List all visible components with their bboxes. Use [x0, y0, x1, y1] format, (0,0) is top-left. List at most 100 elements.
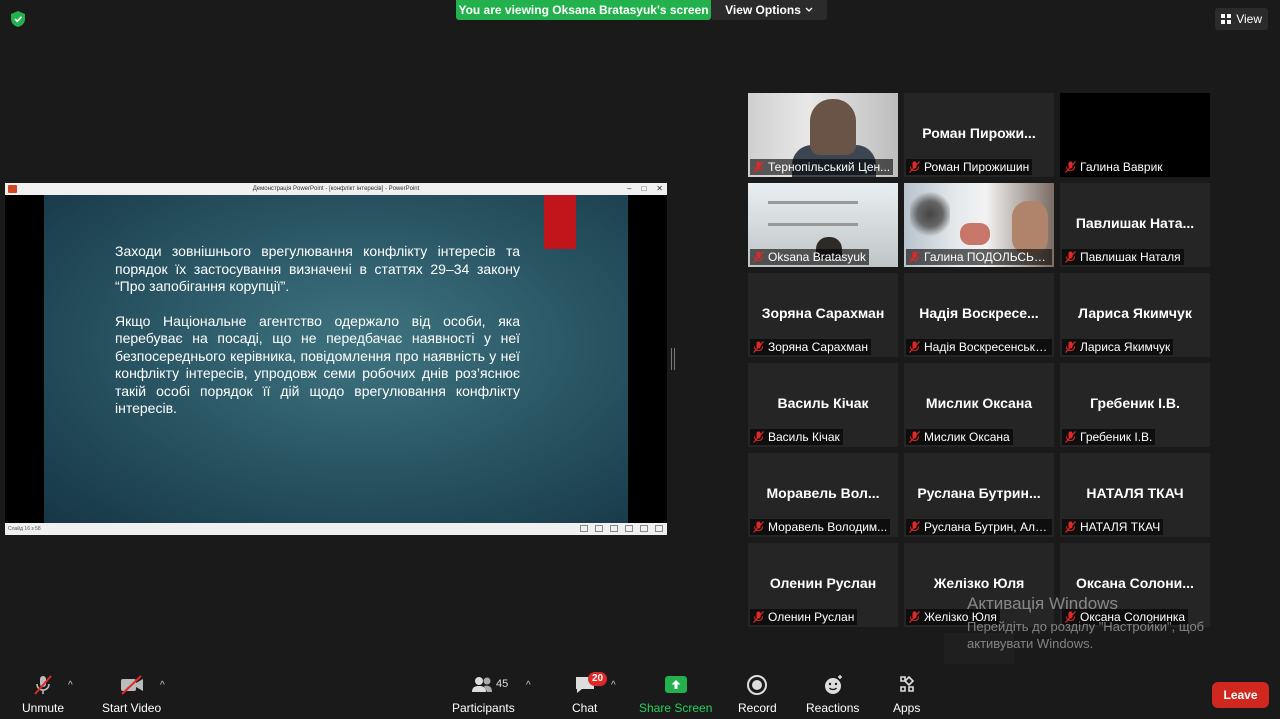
- view-mode-icons: [580, 525, 663, 532]
- apps-button[interactable]: Apps: [893, 673, 920, 715]
- chevron-down-icon: [805, 7, 813, 12]
- participant-tile[interactable]: Oksana Bratasyuk: [748, 183, 898, 267]
- microphone-muted-icon: [1065, 251, 1076, 263]
- powerpoint-logo-icon: [8, 185, 17, 193]
- participant-tile[interactable]: НАТАЛЯ ТКАЧ НАТАЛЯ ТКАЧ: [1060, 453, 1210, 537]
- video-hand: [960, 223, 990, 245]
- microphone-muted-icon: [1065, 521, 1076, 533]
- view-button-label: View: [1236, 12, 1262, 26]
- video-person-head: [810, 99, 856, 155]
- reactions-button[interactable]: Reactions: [806, 673, 859, 715]
- participant-label-text: НАТАЛЯ ТКАЧ: [1080, 520, 1161, 534]
- microphone-muted-icon: [753, 611, 764, 623]
- participant-tile[interactable]: Мислик Оксана Мислик Оксана: [904, 363, 1054, 447]
- zoom-icon: [640, 525, 648, 532]
- participant-display-name: НАТАЛЯ ТКАЧ: [1086, 485, 1184, 501]
- powerpoint-window-title: Демонстрація PowerPoint - [конфлікт інте…: [252, 186, 420, 192]
- apps-icon: [899, 675, 914, 692]
- participant-label-text: Надія Воскресенська...: [924, 340, 1049, 354]
- participant-tile[interactable]: Зоряна Сарахман Зоряна Сарахман: [748, 273, 898, 357]
- participant-tile[interactable]: Галина ПОДОЛЬСЬК...: [904, 183, 1054, 267]
- shared-screen: Демонстрація PowerPoint - [конфлікт інте…: [5, 183, 667, 535]
- participant-label-text: Галина ПОДОЛЬСЬК...: [924, 250, 1049, 264]
- participant-display-name: Оленин Руслан: [769, 575, 877, 591]
- participant-label-text: Оленин Руслан: [768, 610, 855, 624]
- participant-tile[interactable]: Павлишак Ната... Павлишак Наталя: [1060, 183, 1210, 267]
- slide-paragraph-2: Якщо Національне агентство одержало від …: [115, 312, 520, 417]
- participant-tile[interactable]: Галина Ваврик: [1060, 93, 1210, 177]
- share-screen-button[interactable]: Share Screen: [639, 673, 712, 715]
- audio-options-caret[interactable]: ^: [68, 680, 73, 691]
- participant-display-name: Роман Пирожи...: [922, 125, 1036, 141]
- record-button[interactable]: Record: [738, 673, 777, 715]
- powerpoint-statusbar: Слайд 16 з 58: [5, 523, 667, 535]
- participant-tile[interactable]: Лариса Якимчук Лариса Якимчук: [1060, 273, 1210, 357]
- participant-tile[interactable]: Тернопільський Цен...: [748, 93, 898, 177]
- participant-display-name: Гребеник І.В.: [1090, 395, 1180, 411]
- participant-display-name: Оксана Солони...: [1076, 575, 1194, 591]
- leave-button[interactable]: Leave: [1212, 682, 1269, 708]
- minimize-icon: –: [627, 184, 632, 193]
- view-options-button[interactable]: View Options: [711, 0, 827, 20]
- participant-label-text: Мислик Оксана: [924, 430, 1010, 444]
- participant-name-label: Галина Ваврик: [1062, 159, 1166, 175]
- participant-tile[interactable]: Моравель Вол... Моравель Володим...: [748, 453, 898, 537]
- unmute-button[interactable]: Unmute: [22, 673, 64, 715]
- video-shelf-line: [768, 201, 858, 204]
- participant-name-label: Тернопільський Цен...: [750, 159, 894, 175]
- participant-display-name: Руслана Бутрин...: [917, 485, 1041, 501]
- start-video-button[interactable]: Start Video: [102, 673, 161, 715]
- grid-view-icon: [1221, 14, 1232, 24]
- maximize-icon: □: [641, 184, 647, 193]
- participant-label-text: Роман Пирожишин: [924, 160, 1030, 174]
- reactions-smiley-icon: [824, 675, 842, 694]
- participant-tile[interactable]: Оленин Руслан Оленин Руслан: [748, 543, 898, 627]
- microphone-muted-icon: [909, 611, 920, 623]
- participant-name-label: Оленин Руслан: [750, 609, 858, 625]
- participants-label: Participants: [452, 701, 515, 715]
- split-view-drag-handle[interactable]: [671, 348, 675, 370]
- microphone-muted-icon: [753, 251, 764, 263]
- participant-name-label: НАТАЛЯ ТКАЧ: [1062, 519, 1164, 535]
- participant-display-name: Павлишак Ната...: [1075, 215, 1195, 231]
- encryption-shield-icon[interactable]: [10, 10, 26, 28]
- powerpoint-titlebar: Демонстрація PowerPoint - [конфлікт інте…: [5, 183, 667, 195]
- participant-name-label: Oksana Bratasyuk: [750, 249, 870, 265]
- participant-label-text: Лариса Якимчук: [1080, 340, 1171, 354]
- microphone-muted-icon: [909, 251, 920, 263]
- participant-label-text: Гребеник І.В.: [1080, 430, 1153, 444]
- microphone-muted-icon: [909, 161, 920, 173]
- chat-label: Chat: [572, 701, 598, 715]
- activation-subtitle: Перейдіть до розділу "Настройки", щоб ак…: [967, 619, 1205, 651]
- record-icon: [747, 675, 768, 695]
- participant-name-label: Павлишак Наталя: [1062, 249, 1184, 265]
- participant-name-label: Лариса Якимчук: [1062, 339, 1174, 355]
- view-button[interactable]: View: [1215, 8, 1268, 30]
- participant-label-text: Руслана Бутрин, Аль...: [924, 520, 1049, 534]
- start-video-label: Start Video: [102, 701, 162, 715]
- participant-tile[interactable]: Гребеник І.В. Гребеник І.В.: [1060, 363, 1210, 447]
- reading-view-icon: [610, 525, 618, 532]
- participant-label-text: Oksana Bratasyuk: [768, 250, 867, 264]
- reactions-label: Reactions: [806, 701, 860, 715]
- participant-display-name: Мислик Оксана: [925, 395, 1033, 411]
- microphone-muted-icon: [909, 341, 920, 353]
- participants-options-caret[interactable]: ^: [526, 680, 531, 691]
- participant-tile[interactable]: Василь Кічак Василь Кічак: [748, 363, 898, 447]
- microphone-muted-icon: [909, 431, 920, 443]
- microphone-muted-icon: [909, 521, 920, 533]
- video-shelf-line: [768, 223, 858, 226]
- participant-label-text: Моравель Володим...: [768, 520, 888, 534]
- microphone-muted-icon: [753, 431, 764, 443]
- slide-body: Заходи зовнішнього врегулювання конфлікт…: [115, 243, 520, 418]
- chat-options-caret[interactable]: ^: [611, 680, 616, 691]
- participant-tile[interactable]: Руслана Бутрин... Руслана Бутрин, Аль...: [904, 453, 1054, 537]
- participant-tile[interactable]: Надія Воскресе... Надія Воскресенська...: [904, 273, 1054, 357]
- participant-display-name: Василь Кічак: [777, 395, 869, 411]
- presentation-slide: Заходи зовнішнього врегулювання конфлікт…: [44, 195, 628, 523]
- chat-unread-badge: 20: [588, 672, 608, 686]
- participant-label-text: Галина Ваврик: [1080, 160, 1163, 174]
- normal-view-icon: [580, 525, 588, 532]
- video-options-caret[interactable]: ^: [160, 680, 165, 691]
- participant-tile[interactable]: Роман Пирожи... Роман Пирожишин: [904, 93, 1054, 177]
